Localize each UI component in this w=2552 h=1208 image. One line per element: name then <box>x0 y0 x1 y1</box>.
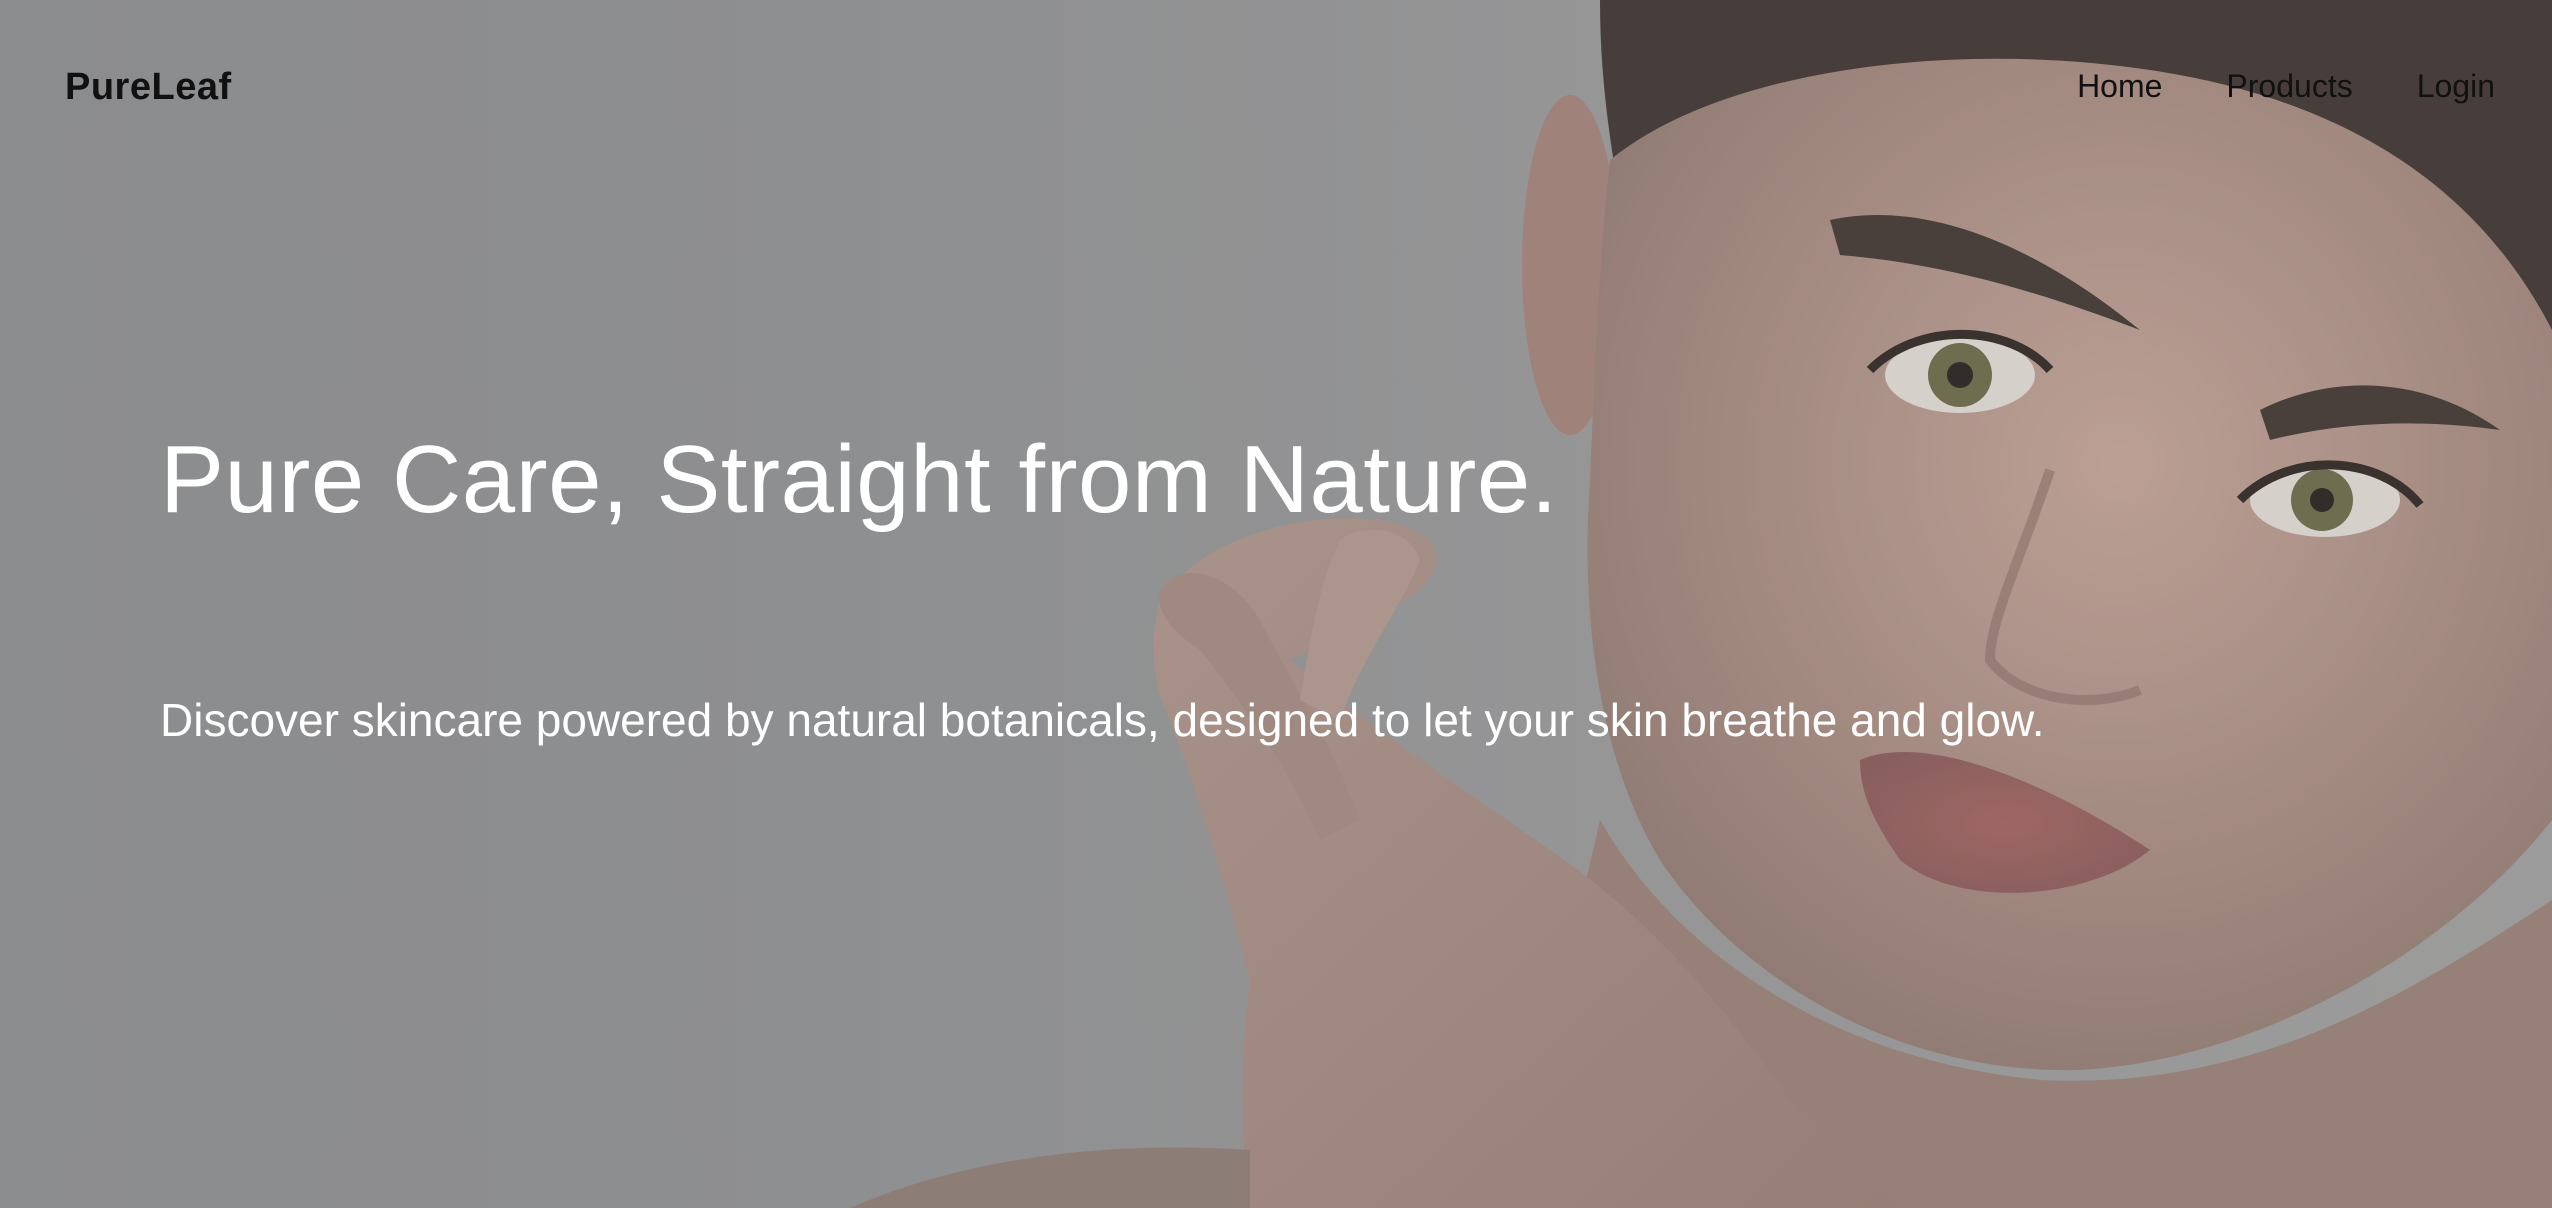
nav-home-link[interactable]: Home <box>2077 68 2162 105</box>
hero-background-photo <box>0 0 2552 1208</box>
top-navigation: PureLeaf Home Products Login <box>0 0 2552 180</box>
nav-products-link[interactable]: Products <box>2226 68 2352 105</box>
hero-section: PureLeaf Home Products Login Pure Care, … <box>0 0 2552 1208</box>
brand-logo[interactable]: PureLeaf <box>65 66 232 109</box>
nav-login-link[interactable]: Login <box>2417 68 2495 105</box>
hero-headline: Pure Care, Straight from Nature. <box>160 426 1558 533</box>
nav-links: Home Products Login <box>2077 68 2495 105</box>
hero-subtext: Discover skincare powered by natural bot… <box>160 694 2045 746</box>
